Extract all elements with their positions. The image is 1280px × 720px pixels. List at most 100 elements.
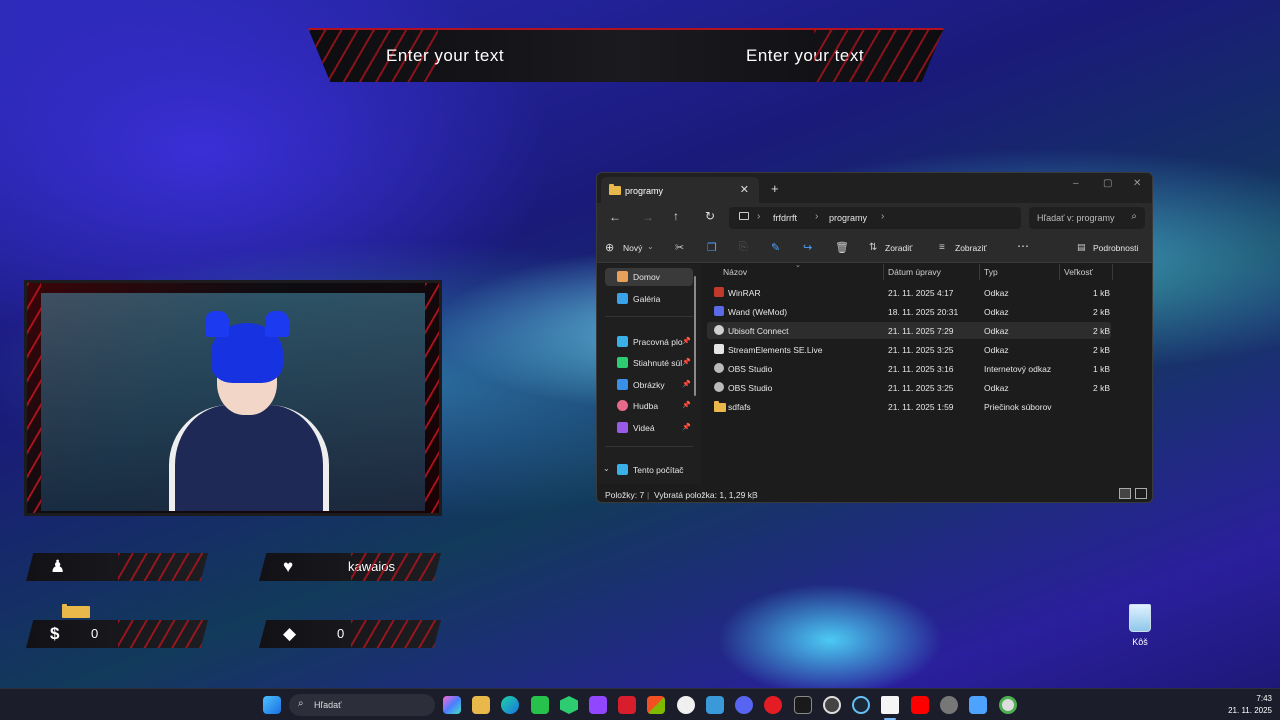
- column-header-date[interactable]: Dátum úpravy: [888, 267, 941, 277]
- breadcrumb-frfdrrft[interactable]: frfdrrft: [773, 213, 797, 223]
- sort-button[interactable]: ⇅ Zoradiť: [869, 242, 912, 253]
- opera-icon[interactable]: [764, 696, 782, 714]
- settings-icon[interactable]: [940, 696, 958, 714]
- column-separator: [1059, 264, 1060, 280]
- column-header-name[interactable]: Názov: [723, 267, 747, 277]
- up-icon[interactable]: ↑: [673, 209, 679, 223]
- details-pane-icon: ▤: [1077, 242, 1086, 252]
- details-pane-button[interactable]: ▤ Podrobnosti: [1077, 242, 1138, 253]
- table-row[interactable]: Wand (WeMod) 18. 11. 2025 20:31 Odkaz 2 …: [707, 303, 1111, 320]
- breadcrumb-programy[interactable]: programy: [829, 213, 867, 223]
- column-header-type[interactable]: Typ: [984, 267, 998, 277]
- copilot-icon[interactable]: [443, 696, 461, 714]
- kick-icon[interactable]: [531, 696, 549, 714]
- adobe-icon[interactable]: [618, 696, 636, 714]
- view-button[interactable]: ≡ Zobraziť: [939, 242, 987, 253]
- store-icon[interactable]: [647, 696, 665, 714]
- table-row[interactable]: OBS Studio 21. 11. 2025 3:16 Internetový…: [707, 360, 1111, 377]
- column-header-size[interactable]: Veľkosť: [1064, 267, 1093, 277]
- search-icon: ⌕: [298, 698, 304, 709]
- taskbar-search-placeholder: Hľadať: [314, 700, 342, 710]
- minimize-icon[interactable]: –: [1073, 178, 1079, 189]
- table-row[interactable]: OBS Studio 21. 11. 2025 3:25 Odkaz 2 kB: [707, 379, 1111, 396]
- nav-divider: [605, 316, 693, 317]
- recycle-bin-label: Kôš: [1132, 637, 1148, 647]
- refresh-icon[interactable]: ↻: [705, 209, 715, 223]
- top-banner: Enter your text Enter your text: [308, 28, 944, 82]
- system-clock[interactable]: 7:43 21. 11. 2025: [1228, 693, 1272, 717]
- heart-stat: ♥ kawaios: [259, 553, 441, 581]
- table-row[interactable]: StreamElements SE.Live 21. 11. 2025 3:25…: [707, 341, 1111, 358]
- back-icon[interactable]: ←: [609, 210, 621, 224]
- nav-divider: [605, 446, 693, 447]
- obs-taskbar-icon[interactable]: [823, 696, 841, 714]
- nav-item-hudba[interactable]: Hudba 📌: [605, 397, 693, 415]
- nav-scrollbar[interactable]: [694, 276, 696, 396]
- youtube-icon[interactable]: [911, 696, 929, 714]
- monitor-app-icon[interactable]: [706, 696, 724, 714]
- discord-icon[interactable]: [735, 696, 753, 714]
- hex-app-icon[interactable]: [560, 696, 578, 714]
- notepad-icon[interactable]: [881, 696, 899, 714]
- nav-item-tento-pocitac[interactable]: ⌄ Tento počítač: [603, 461, 693, 479]
- webcam-frame: [24, 280, 442, 516]
- winrar-icon: [714, 287, 724, 297]
- circle-app-icon[interactable]: [999, 696, 1017, 714]
- tab-title: programy: [625, 186, 664, 196]
- nav-item-obrazky[interactable]: Obrázky 📌: [605, 376, 693, 394]
- paste-icon[interactable]: ⎘: [739, 241, 748, 254]
- nav-item-videa[interactable]: Videá 📌: [605, 419, 693, 437]
- details-view-icon[interactable]: [1119, 488, 1131, 499]
- address-bar[interactable]: › frfdrrft › programy ›: [729, 207, 1021, 229]
- desktop-folder-icon[interactable]: [60, 604, 92, 620]
- twitch-icon[interactable]: [589, 696, 607, 714]
- chevron-down-icon[interactable]: ⌄: [603, 464, 610, 473]
- close-tab-icon[interactable]: ✕: [740, 183, 749, 196]
- taskbar-search[interactable]: ⌕ Hľadať: [289, 694, 435, 716]
- rename-icon[interactable]: ✎: [771, 241, 780, 254]
- nav-item-pracovna-plocha[interactable]: Pracovná plo 📌: [605, 333, 693, 351]
- table-row[interactable]: WinRAR 21. 11. 2025 4:17 Odkaz 1 kB: [707, 284, 1111, 301]
- forward-icon[interactable]: →: [642, 210, 654, 224]
- new-label: Nový: [623, 243, 643, 253]
- edge-icon[interactable]: [501, 696, 519, 714]
- file-explorer-icon[interactable]: [472, 696, 490, 714]
- streamelements-icon: [714, 344, 724, 354]
- view-icon: ≡: [939, 242, 945, 253]
- steam-icon[interactable]: [852, 696, 870, 714]
- recycle-bin[interactable]: Kôš: [1122, 604, 1158, 650]
- status-divider: |: [752, 490, 755, 500]
- share-icon[interactable]: ↪: [803, 241, 812, 254]
- nav-item-stiahnute[interactable]: Stiahnuté súl 📌: [605, 354, 693, 372]
- delete-icon[interactable]: 🗑: [835, 241, 849, 254]
- tiles-view-icon[interactable]: [1135, 488, 1147, 499]
- database-app-icon[interactable]: [794, 696, 812, 714]
- nav-item-galeria[interactable]: Galéria: [605, 290, 693, 308]
- vm-app-icon[interactable]: [969, 696, 987, 714]
- start-icon[interactable]: [263, 696, 281, 714]
- view-label: Zobraziť: [955, 243, 987, 253]
- clock-date: 21. 11. 2025: [1228, 706, 1272, 715]
- cut-icon[interactable]: ✂: [675, 241, 684, 254]
- new-tab-icon[interactable]: +: [771, 181, 779, 196]
- copy-icon[interactable]: ❐: [707, 241, 717, 254]
- chat-app-icon[interactable]: [677, 696, 695, 714]
- new-button[interactable]: ⊕ Nový ⌄: [605, 241, 654, 254]
- plus-icon: ⊕: [605, 242, 615, 254]
- avatar-ear-right: [265, 311, 289, 337]
- tab-programy[interactable]: programy ✕: [601, 177, 759, 203]
- maximize-icon[interactable]: ▢: [1103, 178, 1112, 189]
- diamond-icon: ◆: [283, 624, 297, 643]
- follower-icon: ♟: [50, 557, 66, 576]
- nav-item-domov[interactable]: Domov: [605, 268, 693, 286]
- obs-icon: [714, 382, 724, 392]
- table-row-selected[interactable]: Ubisoft Connect 21. 11. 2025 7:29 Odkaz …: [707, 322, 1111, 339]
- avatar-ear-left: [205, 311, 229, 337]
- table-row[interactable]: sdfafs 21. 11. 2025 1:59 Priečinok súbor…: [707, 398, 1111, 415]
- sort-chevron-icon: ⌄: [795, 262, 801, 269]
- money-stat: $ 0: [26, 620, 208, 648]
- column-separator: [883, 264, 884, 280]
- more-options-icon[interactable]: ⋯: [1017, 239, 1029, 253]
- close-window-icon[interactable]: ✕: [1133, 178, 1141, 189]
- search-field[interactable]: Hľadať v: programy ⌕: [1029, 207, 1145, 229]
